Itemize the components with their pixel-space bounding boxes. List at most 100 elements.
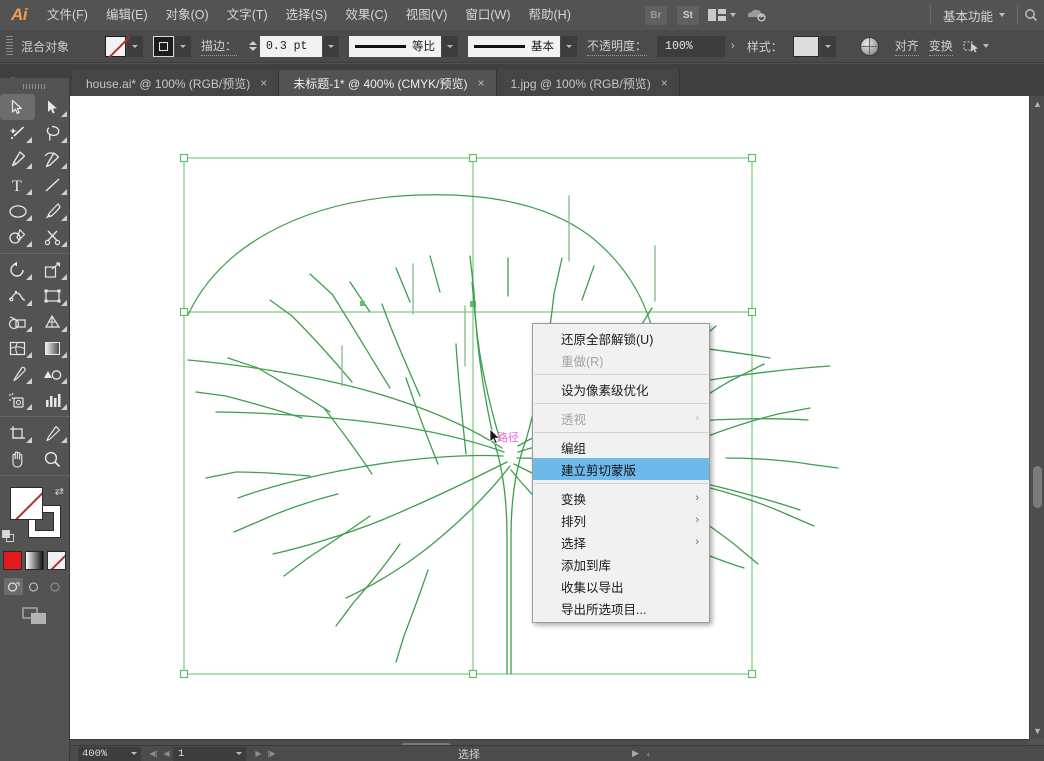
first-page-icon[interactable]: ◀| — [147, 747, 160, 761]
status-flyout-icon[interactable]: ▶ — [632, 748, 639, 759]
type-tool[interactable]: T — [0, 172, 35, 198]
direct-selection-tool[interactable] — [35, 94, 70, 120]
menu-object[interactable]: 对象(O) — [157, 0, 218, 30]
status-text[interactable]: 选择 — [458, 746, 480, 761]
document-tab-jpg[interactable]: 1.jpg @ 100% (RGB/预览) × — [496, 70, 680, 96]
ctx-add-to-library[interactable]: 添加到库 — [533, 553, 709, 575]
menu-view[interactable]: 视图(V) — [397, 0, 457, 30]
ellipse-tool[interactable] — [0, 198, 35, 224]
ctx-transform[interactable]: 变换 › — [533, 487, 709, 509]
menu-effect[interactable]: 效果(C) — [336, 0, 396, 30]
graphic-style-dropdown[interactable] — [819, 35, 836, 57]
hand-tool[interactable] — [0, 446, 35, 472]
brush-dropdown[interactable] — [561, 35, 578, 57]
arrange-documents-icon[interactable] — [707, 9, 736, 21]
symbol-sprayer-tool[interactable] — [0, 387, 35, 413]
width-tool[interactable] — [0, 283, 35, 309]
selection-tool[interactable] — [0, 94, 35, 120]
stroke-weight-stepper[interactable] — [247, 36, 258, 57]
close-icon[interactable]: × — [477, 77, 484, 89]
last-page-icon[interactable]: |▶ — [265, 747, 278, 761]
document-tab-house[interactable]: house.ai* @ 100% (RGB/预览) × — [72, 70, 280, 96]
close-icon[interactable]: × — [260, 77, 267, 89]
eyedropper-tool[interactable] — [0, 361, 35, 387]
menu-edit[interactable]: 编辑(E) — [97, 0, 157, 30]
paintbrush-tool[interactable] — [35, 198, 70, 224]
menu-file[interactable]: 文件(F) — [38, 0, 97, 30]
fill-color-swatch[interactable] — [105, 35, 127, 57]
scissors-tool[interactable] — [35, 224, 70, 250]
menu-type[interactable]: 文字(T) — [218, 0, 277, 30]
ctx-export-selection[interactable]: 导出所选项目... — [533, 597, 709, 619]
curvature-tool[interactable] — [35, 146, 70, 172]
opacity-label[interactable]: 不透明度： — [587, 37, 648, 56]
vertical-scroll-thumb[interactable] — [1033, 466, 1042, 508]
stock-icon[interactable]: St — [676, 5, 699, 25]
artboard-number-input[interactable]: 1 — [173, 746, 231, 761]
mesh-tool[interactable] — [0, 335, 35, 361]
status-resize-icon[interactable]: ‹ — [647, 749, 650, 759]
zoom-level-input[interactable]: 400% — [78, 746, 126, 761]
search-icon[interactable] — [1018, 0, 1044, 30]
stroke-weight-label[interactable]: 描边： — [201, 37, 238, 56]
swap-fill-stroke-icon[interactable]: ⇄ — [55, 485, 64, 498]
scroll-up-icon[interactable]: ▲ — [1032, 99, 1043, 109]
shape-builder-tool[interactable] — [0, 309, 35, 335]
brush-definition-combo[interactable]: 基本 — [468, 35, 561, 57]
magic-wand-tool[interactable] — [0, 120, 35, 146]
menu-help[interactable]: 帮助(H) — [520, 0, 580, 30]
control-bar-grip[interactable] — [6, 35, 13, 57]
line-segment-tool[interactable] — [35, 172, 70, 198]
perspective-grid-tool[interactable] — [35, 309, 70, 335]
ctx-make-clipping-mask[interactable]: 建立剪切蒙版 — [533, 458, 709, 480]
fill-dropdown-button[interactable] — [127, 35, 144, 57]
ctx-collect-for-export[interactable]: 收集以导出 — [533, 575, 709, 597]
ctx-make-pixel-perfect[interactable]: 设为像素级优化 — [533, 378, 709, 400]
opacity-input[interactable]: 100% — [657, 35, 726, 57]
column-graph-tool[interactable] — [35, 387, 70, 413]
scale-tool[interactable] — [35, 257, 70, 283]
recolor-artwork-icon[interactable] — [859, 36, 879, 56]
rotate-tool[interactable] — [0, 257, 35, 283]
scroll-down-icon[interactable]: ▼ — [1032, 726, 1043, 736]
document-tab-untitled[interactable]: 未标题-1* @ 400% (CMYK/预览) × — [279, 70, 497, 96]
align-button[interactable]: 对齐 — [894, 37, 919, 56]
none-mode-button[interactable] — [47, 551, 66, 570]
graphic-style-swatch[interactable] — [792, 35, 819, 57]
draw-inside-button[interactable] — [46, 578, 65, 595]
draw-behind-button[interactable] — [25, 578, 44, 595]
draw-normal-button[interactable] — [4, 578, 23, 595]
next-page-icon[interactable]: ▶ — [252, 747, 265, 761]
close-icon[interactable]: × — [661, 77, 668, 89]
context-menu[interactable]: 还原全部解锁(U) 重做(R) 设为像素级优化 透视 › 编组 建立剪切蒙版 变… — [532, 323, 710, 623]
color-mode-button[interactable] — [3, 551, 22, 570]
stroke-profile-combo[interactable]: 等比 — [349, 35, 442, 57]
stroke-weight-input[interactable]: 0.3 pt — [260, 35, 323, 57]
prev-page-icon[interactable]: ◀ — [160, 747, 173, 761]
ctx-arrange[interactable]: 排列 › — [533, 509, 709, 531]
transform-button[interactable]: 变换 — [928, 37, 953, 56]
zoom-tool[interactable] — [35, 446, 70, 472]
stroke-color-swatch[interactable] — [153, 35, 175, 57]
opacity-flyout-arrow[interactable]: › — [725, 40, 741, 52]
artboard-navigation-dropdown[interactable] — [231, 746, 246, 761]
gradient-tool[interactable] — [35, 335, 70, 361]
ctx-undo-unlock-all[interactable]: 还原全部解锁(U) — [533, 327, 709, 349]
fill-swatch-none[interactable] — [10, 487, 43, 520]
change-screen-mode-icon[interactable] — [0, 607, 69, 625]
pen-tool[interactable] — [0, 146, 35, 172]
select-similar-icon[interactable] — [963, 40, 989, 53]
bridge-icon[interactable]: Br — [644, 5, 667, 25]
zoom-level-dropdown[interactable] — [126, 746, 141, 761]
workspace-switcher[interactable]: 基本功能 — [931, 0, 1017, 30]
stroke-profile-dropdown[interactable] — [442, 35, 459, 57]
menu-select[interactable]: 选择(S) — [277, 0, 337, 30]
artboard-tool[interactable] — [0, 420, 35, 446]
tools-panel-grip[interactable] — [0, 78, 69, 94]
stroke-weight-dropdown[interactable] — [323, 35, 340, 57]
blend-tool[interactable] — [35, 361, 70, 387]
ctx-group[interactable]: 编组 — [533, 436, 709, 458]
default-fill-stroke-icon[interactable] — [2, 530, 15, 543]
free-transform-tool[interactable] — [35, 283, 70, 309]
menu-window[interactable]: 窗口(W) — [456, 0, 519, 30]
